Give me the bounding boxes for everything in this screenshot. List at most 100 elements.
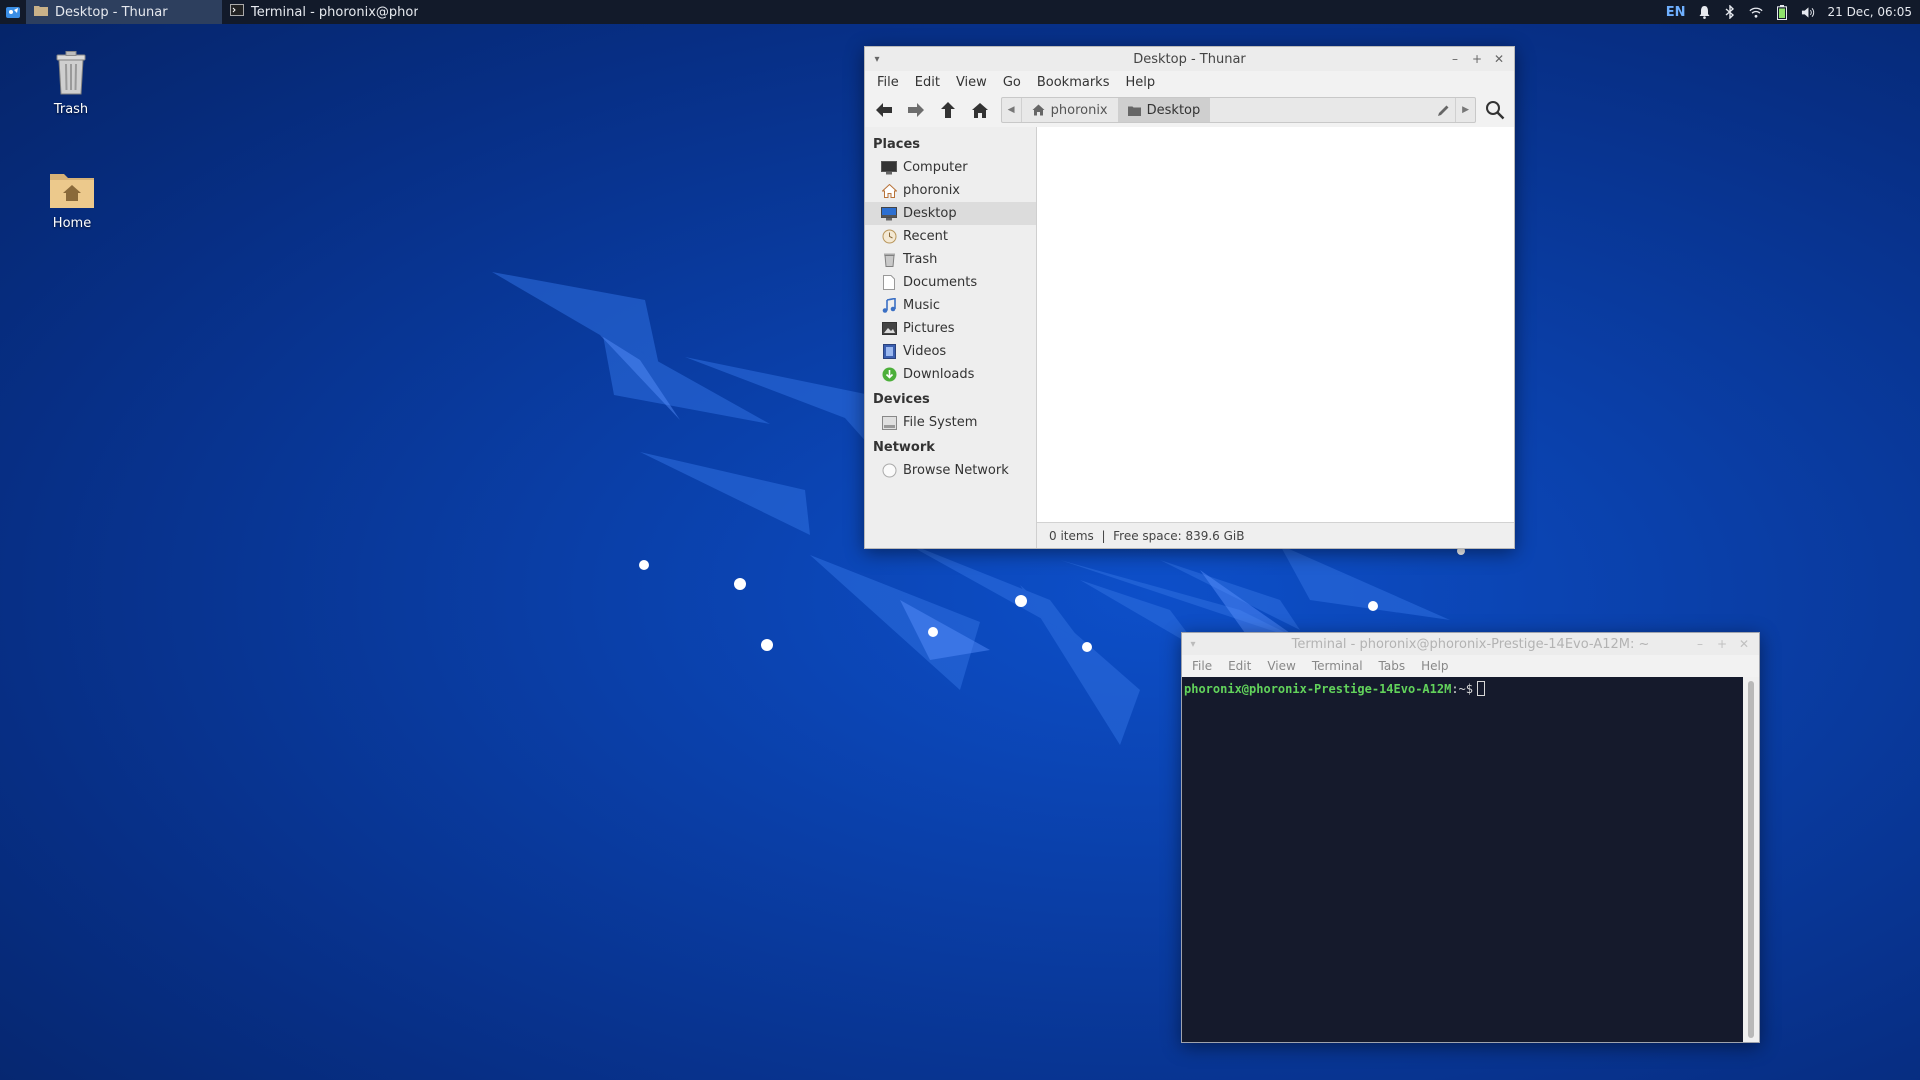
keyboard-layout-indicator[interactable]: EN <box>1666 5 1686 20</box>
sidebar-item-recent[interactable]: Recent <box>865 225 1036 248</box>
taskbar-item-label: Terminal - phoronix@phoro... <box>251 4 418 20</box>
sidebar-item-label: Recent <box>903 229 948 244</box>
documents-icon <box>881 275 897 291</box>
home-button[interactable] <box>965 96 995 124</box>
menu-terminal[interactable]: Terminal <box>1304 659 1371 673</box>
sidebar-item-label: Videos <box>903 344 947 359</box>
home-icon <box>1032 104 1045 116</box>
home-icon <box>971 102 988 118</box>
menu-go[interactable]: Go <box>995 75 1029 90</box>
menu-help[interactable]: Help <box>1117 75 1163 90</box>
minimize-button[interactable]: – <box>1693 637 1707 651</box>
prompt-user-host: phoronix@phoronix-Prestige-14Evo-A12M <box>1184 682 1452 696</box>
taskbar-item-thunar[interactable]: Desktop - Thunar <box>26 0 222 24</box>
clock[interactable]: 21 Dec, 06:05 <box>1827 5 1912 19</box>
sidebar-item-label: Music <box>903 298 940 313</box>
desktop-icon-trash[interactable]: Trash <box>26 50 116 117</box>
sidebar-section-network: Network <box>873 440 935 455</box>
menu-file[interactable]: File <box>869 75 907 90</box>
sidebar-item-label: Computer <box>903 160 968 175</box>
applications-menu-button[interactable] <box>0 0 26 24</box>
sidebar-item-pictures[interactable]: Pictures <box>865 317 1036 340</box>
pencil-icon <box>1437 105 1449 116</box>
prompt-suffix: :~$ <box>1451 682 1473 696</box>
pictures-icon <box>881 321 897 337</box>
sidebar-item-label: Downloads <box>903 367 975 382</box>
arrow-left-icon <box>875 103 892 117</box>
sidebar-item-label: Browse Network <box>903 463 1009 478</box>
thunar-window: ▾ Desktop - Thunar – + ✕ File Edit View … <box>864 46 1515 549</box>
forward-button[interactable] <box>901 96 931 124</box>
search-button[interactable] <box>1480 96 1510 124</box>
drive-icon <box>881 415 897 431</box>
folder-icon <box>34 4 48 20</box>
menu-tabs[interactable]: Tabs <box>1371 659 1414 673</box>
terminal-titlebar[interactable]: ▾ Terminal - phoronix@phoronix-Prestige-… <box>1182 633 1759 655</box>
path-scroll-left-button[interactable]: ◀ <box>1002 98 1022 122</box>
breadcrumb-phoronix[interactable]: phoronix <box>1022 98 1118 122</box>
menu-help[interactable]: Help <box>1413 659 1456 673</box>
sidebar-item-label: Trash <box>903 252 938 267</box>
window-title: Terminal - phoronix@phoronix-Prestige-14… <box>1291 636 1650 652</box>
location-pathbar: ◀ phoronix Desktop ▶ <box>1000 97 1477 123</box>
terminal-scrollbar[interactable] <box>1743 677 1759 1042</box>
close-button[interactable]: ✕ <box>1737 637 1751 651</box>
sidebar-section-places: Places <box>873 137 921 152</box>
sidebar-item-videos[interactable]: Videos <box>865 340 1036 363</box>
folder-icon <box>1127 106 1141 116</box>
file-view[interactable] <box>1037 127 1514 522</box>
sidebar-item-trash[interactable]: Trash <box>865 248 1036 271</box>
pathbar-empty-area[interactable] <box>1210 98 1431 122</box>
maximize-button[interactable]: + <box>1715 637 1729 651</box>
sidebar-item-label: Desktop <box>903 206 957 221</box>
sidebar-item-file-system[interactable]: File System <box>865 411 1036 434</box>
menu-view[interactable]: View <box>1259 659 1303 673</box>
menu-bookmarks[interactable]: Bookmarks <box>1029 75 1118 90</box>
window-menu-icon[interactable]: ▾ <box>865 54 889 65</box>
menu-edit[interactable]: Edit <box>907 75 948 90</box>
menu-file[interactable]: File <box>1184 659 1220 673</box>
network-icon <box>881 463 897 479</box>
edit-location-button[interactable] <box>1431 98 1455 122</box>
sidebar-item-documents[interactable]: Documents <box>865 271 1036 294</box>
volume-icon[interactable] <box>1801 5 1815 19</box>
menu-view[interactable]: View <box>948 75 995 90</box>
places-sidebar: Places Computer phoronix Desktop Recent … <box>865 127 1037 548</box>
text-cursor <box>1477 681 1485 696</box>
wifi-icon[interactable] <box>1749 5 1764 19</box>
sidebar-item-desktop[interactable]: Desktop <box>865 202 1036 225</box>
sidebar-item-label: File System <box>903 415 978 430</box>
battery-icon[interactable] <box>1775 4 1789 20</box>
sidebar-item-computer[interactable]: Computer <box>865 156 1036 179</box>
close-button[interactable]: ✕ <box>1492 52 1506 66</box>
arrow-up-icon <box>940 102 955 118</box>
thunar-titlebar[interactable]: ▾ Desktop - Thunar – + ✕ <box>865 47 1514 71</box>
taskbar-item-terminal[interactable]: Terminal - phoronix@phoro... <box>222 0 418 24</box>
thunar-toolbar: ◀ phoronix Desktop ▶ <box>865 93 1514 127</box>
sidebar-item-browse-network[interactable]: Browse Network <box>865 459 1036 482</box>
menu-edit[interactable]: Edit <box>1220 659 1259 673</box>
music-icon <box>881 298 897 314</box>
back-button[interactable] <box>869 96 899 124</box>
path-scroll-right-button[interactable]: ▶ <box>1455 98 1475 122</box>
desktop-icon <box>881 206 897 222</box>
arrow-right-icon <box>907 103 924 117</box>
sidebar-item-music[interactable]: Music <box>865 294 1036 317</box>
xfce-mouse-icon <box>6 7 20 18</box>
bluetooth-icon[interactable] <box>1723 5 1737 19</box>
maximize-button[interactable]: + <box>1470 52 1484 66</box>
window-menu-icon[interactable]: ▾ <box>1182 639 1204 650</box>
breadcrumb-label: phoronix <box>1050 102 1108 118</box>
scrollbar-thumb[interactable] <box>1748 681 1754 1038</box>
terminal-icon <box>230 4 244 20</box>
up-button[interactable] <box>933 96 963 124</box>
downloads-icon <box>881 367 897 383</box>
bell-icon[interactable] <box>1697 5 1711 19</box>
breadcrumb-desktop[interactable]: Desktop <box>1117 98 1211 122</box>
desktop-icon-home[interactable]: Home <box>27 168 117 231</box>
sidebar-item-downloads[interactable]: Downloads <box>865 363 1036 386</box>
minimize-button[interactable]: – <box>1448 52 1462 66</box>
home-icon <box>881 183 897 199</box>
terminal-output[interactable]: phoronix@phoronix-Prestige-14Evo-A12M:~$ <box>1182 677 1743 1042</box>
sidebar-item-phoronix[interactable]: phoronix <box>865 179 1036 202</box>
